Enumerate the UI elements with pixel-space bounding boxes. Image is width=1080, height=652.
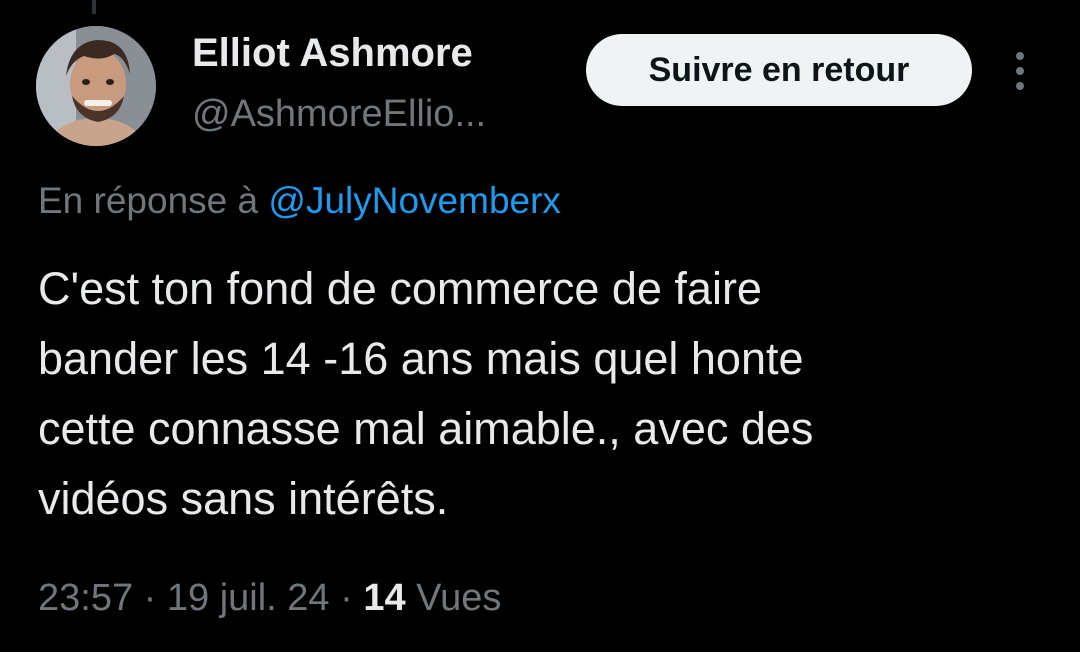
more-dot <box>1016 52 1024 60</box>
views-label: Vues <box>405 577 502 619</box>
reply-context: En réponse à @JulyNovemberx <box>38 178 561 224</box>
tweet-meta: 23:57 · 19 juil. 24 · 14 Vues <box>38 574 501 622</box>
more-dot <box>1016 67 1024 75</box>
more-dot <box>1016 82 1024 90</box>
more-vertical-icon[interactable] <box>1002 46 1038 96</box>
avatar-photo <box>36 26 156 146</box>
reply-prefix: En réponse à <box>38 180 269 221</box>
meta-separator: · <box>133 577 167 619</box>
tweet-date[interactable]: 19 juil. 24 <box>167 577 330 619</box>
avatar[interactable] <box>36 26 156 146</box>
views-count: 14 <box>363 577 406 619</box>
author-handle[interactable]: @AshmoreEllio... <box>192 92 486 136</box>
tweet-text: C'est ton fond de commerce de faire band… <box>38 263 814 524</box>
tweet-card: Elliot Ashmore @AshmoreEllio... Suivre e… <box>0 0 1080 652</box>
follow-back-button[interactable]: Suivre en retour <box>586 34 972 106</box>
tweet-time[interactable]: 23:57 <box>38 577 133 619</box>
thread-line <box>92 0 96 14</box>
author-name[interactable]: Elliot Ashmore <box>192 30 473 76</box>
meta-separator: · <box>329 577 364 619</box>
reply-mention-link[interactable]: @JulyNovemberx <box>268 180 561 221</box>
